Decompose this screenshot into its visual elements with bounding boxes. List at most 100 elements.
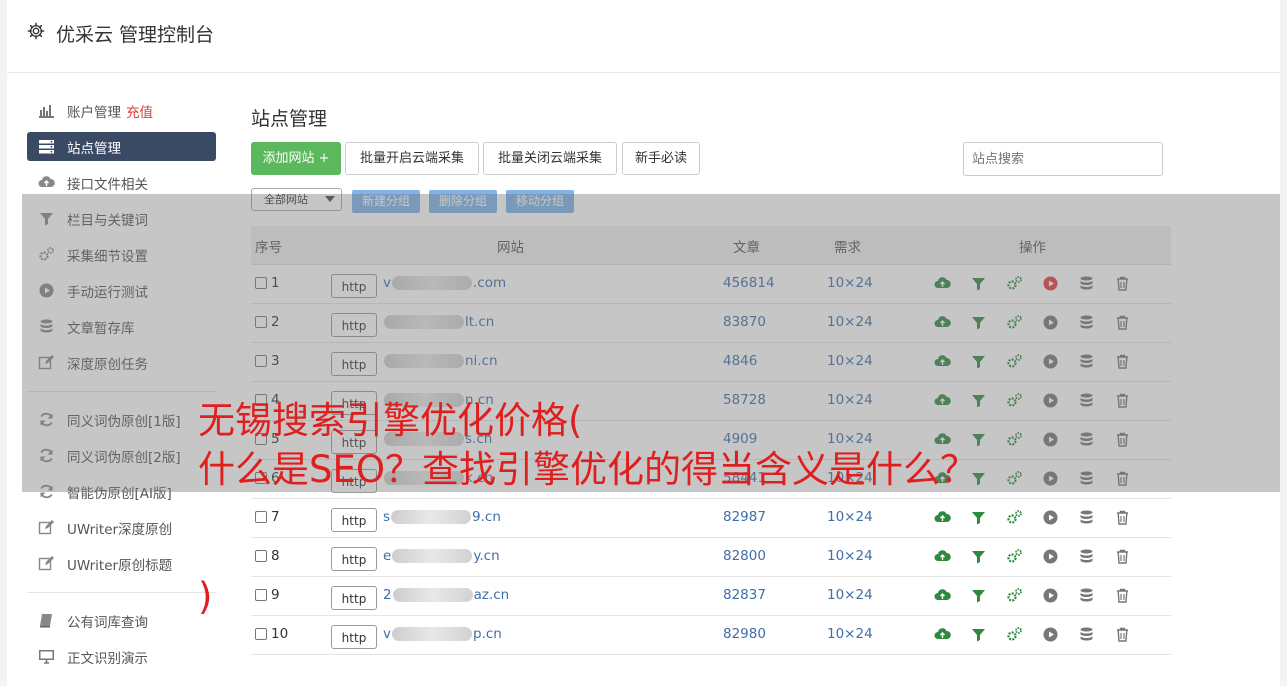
row-checkbox[interactable] xyxy=(255,550,267,562)
sidebar-item-label: UWriter深度原创 xyxy=(67,522,173,538)
sidebar-item-account[interactable]: 账户管理 充值 xyxy=(27,96,216,125)
article-count[interactable]: 82987 xyxy=(723,509,766,525)
sidebar-item-label: 站点管理 xyxy=(67,141,121,157)
recharge-link[interactable]: 充值 xyxy=(126,105,153,121)
site-domain-prefix: v xyxy=(383,626,391,642)
demand-value[interactable]: 10×24 xyxy=(827,587,873,603)
row-checkbox[interactable] xyxy=(255,589,267,601)
bar-chart-icon xyxy=(39,105,54,118)
sidebar-divider xyxy=(27,592,216,593)
top-bar: 优采云 管理控制台 xyxy=(7,0,1280,73)
filter-icon[interactable] xyxy=(970,587,987,604)
site-domain-suffix: az.cn xyxy=(473,587,510,603)
batch-enable-cloud-button[interactable]: 批量开启云端采集 xyxy=(345,142,479,175)
sidebar-item-uwriter-deep[interactable]: UWriter深度原创 xyxy=(27,513,216,542)
sidebar-item-uwriter-title[interactable]: UWriter原创标题 xyxy=(27,549,216,578)
demand-value[interactable]: 10×24 xyxy=(827,509,873,525)
book-icon xyxy=(40,614,52,628)
database-icon[interactable] xyxy=(1078,587,1095,604)
article-count[interactable]: 82800 xyxy=(723,548,766,564)
sidebar-item-interface-files[interactable]: 接口文件相关 xyxy=(27,168,216,197)
article-count[interactable]: 82980 xyxy=(723,626,766,642)
table-row: 7 http s 9.cn 82987 10×24 xyxy=(251,499,1171,538)
edit-icon xyxy=(38,520,54,535)
protocol-button[interactable]: http xyxy=(331,586,377,610)
row-checkbox[interactable] xyxy=(255,511,267,523)
site-domain[interactable]: v p.cn xyxy=(383,626,502,642)
add-site-button[interactable]: 添加网站 + xyxy=(251,142,341,175)
filter-icon[interactable] xyxy=(970,509,987,526)
site-domain-prefix: 2 xyxy=(383,587,392,603)
cloud-upload-icon xyxy=(38,176,55,187)
redaction-blur xyxy=(392,549,473,563)
protocol-button[interactable]: http xyxy=(331,625,377,649)
site-domain[interactable]: 2 az.cn xyxy=(383,587,509,603)
trash-icon[interactable] xyxy=(1114,509,1131,526)
headline-overlay: 无锡搜索引擎优化价格( 什么是SEO？查找引擎优化的得当含义是什么？ xyxy=(198,396,977,494)
headline-line-1: 无锡搜索引擎优化价格( xyxy=(198,399,583,442)
demand-value[interactable]: 10×24 xyxy=(827,626,873,642)
gears-icon[interactable] xyxy=(1006,509,1023,526)
row-index: 8 xyxy=(271,548,280,564)
gears-icon[interactable] xyxy=(1006,548,1023,565)
gears-icon[interactable] xyxy=(1006,587,1023,604)
sidebar-item-label: 接口文件相关 xyxy=(67,177,148,193)
monitor-icon xyxy=(39,650,54,664)
headline-line-2: 什么是SEO？查找引擎优化的得当含义是什么？ xyxy=(198,448,977,491)
cloud-upload-icon[interactable] xyxy=(934,626,951,643)
cloud-upload-icon[interactable] xyxy=(934,548,951,565)
site-domain-suffix: 9.cn xyxy=(472,509,501,525)
edit-icon xyxy=(38,556,54,571)
site-domain-prefix: e xyxy=(383,548,392,564)
server-icon xyxy=(39,140,54,154)
row-checkbox[interactable] xyxy=(255,628,267,640)
protocol-button[interactable]: http xyxy=(331,547,377,571)
site-domain-suffix: p.cn xyxy=(473,626,502,642)
play-circle-icon[interactable] xyxy=(1042,509,1059,526)
sidebar-item-text-recognition[interactable]: 正文识别演示 xyxy=(27,642,216,671)
cloud-upload-icon[interactable] xyxy=(934,509,951,526)
site-domain[interactable]: s 9.cn xyxy=(383,509,501,525)
database-icon[interactable] xyxy=(1078,626,1095,643)
gears-icon[interactable] xyxy=(1006,626,1023,643)
site-domain[interactable]: e y.cn xyxy=(383,548,500,564)
redaction-blur xyxy=(392,588,473,602)
site-domain-suffix: y.cn xyxy=(473,548,500,564)
row-index: 7 xyxy=(271,509,280,525)
protocol-button[interactable]: http xyxy=(331,508,377,532)
row-index: 9 xyxy=(271,587,280,603)
page-title: 站点管理 xyxy=(251,108,328,130)
redaction-blur xyxy=(392,627,472,641)
play-circle-icon[interactable] xyxy=(1042,548,1059,565)
trash-icon[interactable] xyxy=(1114,548,1131,565)
sidebar-item-public-lexicon[interactable]: 公有词库查询 xyxy=(27,606,216,635)
sidebar-item-label: UWriter原创标题 xyxy=(67,558,173,574)
table-row: 8 http e y.cn 82800 10×24 xyxy=(251,538,1171,577)
table-row: 10 http v p.cn 82980 10×24 xyxy=(251,616,1171,655)
site-search-input[interactable] xyxy=(963,142,1163,176)
beginner-guide-button[interactable]: 新手必读 xyxy=(622,142,700,175)
headline-line-3: ) xyxy=(198,575,213,618)
app-title: 优采云 管理控制台 xyxy=(56,24,215,46)
trash-icon[interactable] xyxy=(1114,587,1131,604)
table-row: 9 http 2 az.cn 82837 10×24 xyxy=(251,577,1171,616)
row-index: 10 xyxy=(271,626,289,642)
play-circle-icon[interactable] xyxy=(1042,626,1059,643)
sidebar-item-label: 公有词库查询 xyxy=(67,615,148,631)
sidebar-item-sites[interactable]: 站点管理 xyxy=(27,132,216,161)
article-count[interactable]: 82837 xyxy=(723,587,766,603)
play-circle-icon[interactable] xyxy=(1042,587,1059,604)
site-domain-prefix: s xyxy=(383,509,391,525)
cloud-upload-icon[interactable] xyxy=(934,587,951,604)
sidebar-item-label: 正文识别演示 xyxy=(67,651,148,667)
batch-disable-cloud-button[interactable]: 批量关闭云端采集 xyxy=(483,142,617,175)
gear-icon xyxy=(27,22,45,40)
database-icon[interactable] xyxy=(1078,548,1095,565)
sidebar-item-label: 账户管理 xyxy=(67,105,121,121)
database-icon[interactable] xyxy=(1078,509,1095,526)
redaction-blur xyxy=(391,510,472,524)
filter-icon[interactable] xyxy=(970,548,987,565)
trash-icon[interactable] xyxy=(1114,626,1131,643)
filter-icon[interactable] xyxy=(970,626,987,643)
demand-value[interactable]: 10×24 xyxy=(827,548,873,564)
